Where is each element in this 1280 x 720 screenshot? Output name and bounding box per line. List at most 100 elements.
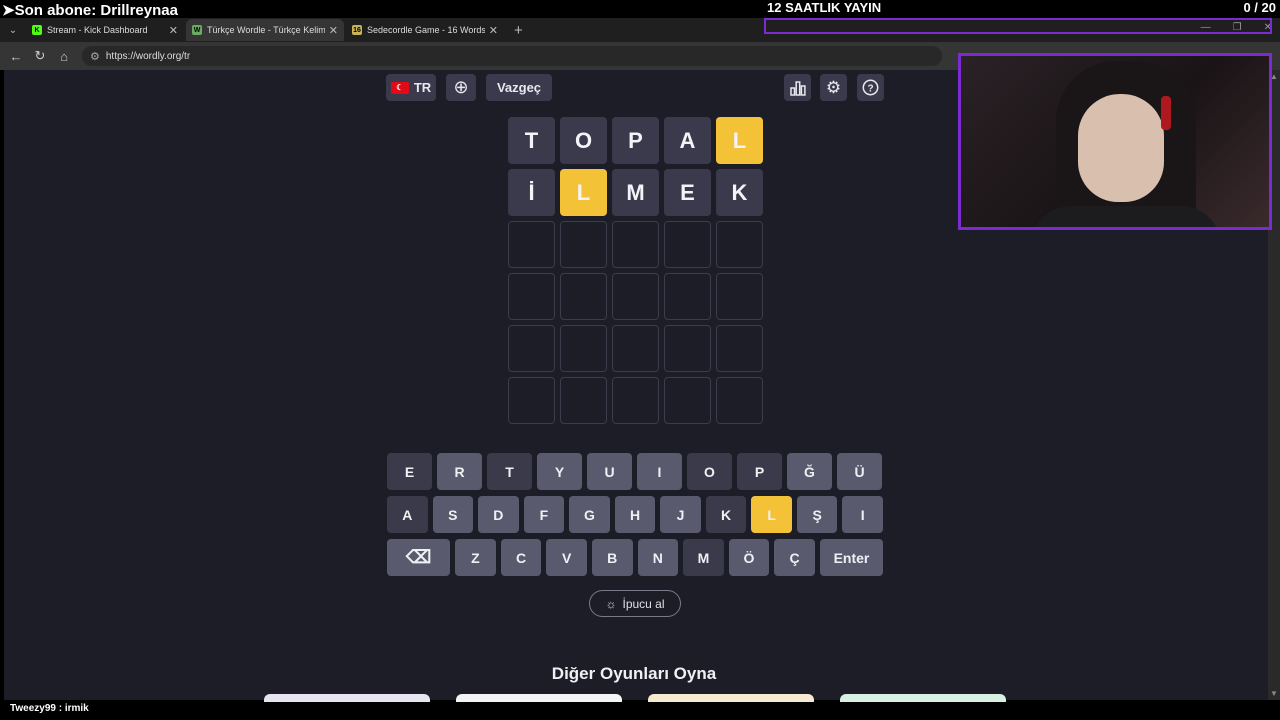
key-V[interactable]: V [546,539,587,576]
close-tab-icon[interactable]: ✕ [489,24,498,37]
key-Ü[interactable]: Ü [837,453,882,490]
game-board: TOPALİLMEK [508,117,763,424]
key-O[interactable]: O [687,453,732,490]
tab-title: Stream - Kick Dashboard [47,25,148,35]
keyboard-row: ERTYUIOPĞÜ [387,453,883,490]
tab-favicon-icon: K [32,25,42,35]
tab-title: Türkçe Wordle - Türkçe Kelimeler [207,25,325,35]
key-E[interactable]: E [387,453,432,490]
board-tile: E [664,169,711,216]
browser-tab[interactable]: K Stream - Kick Dashboard ✕ [26,19,184,41]
key-Z[interactable]: Z [455,539,496,576]
tab-favicon-icon: W [192,25,202,35]
board-tile [560,273,607,320]
key-Ç[interactable]: Ç [774,539,815,576]
browser-tab[interactable]: W Türkçe Wordle - Türkçe Kelimeler ✕ [186,19,344,41]
reload-icon[interactable]: ↻ [28,48,52,64]
tab-favicon-icon: 16 [352,25,362,35]
board-tile [560,221,607,268]
board-tile [612,377,659,424]
plus-circle-icon: ⊕ [453,77,469,97]
webcam-overlay [958,53,1272,230]
enter-key[interactable]: Enter [819,539,884,576]
goal-counter: 0 / 20 [1243,0,1276,15]
screen: ➤Son abone: Drillreynaa 12 SAATLIK YAYIN… [0,0,1280,720]
home-icon[interactable]: ⌂ [52,49,76,64]
key-G[interactable]: G [569,496,610,533]
key-R[interactable]: R [437,453,482,490]
key-Y[interactable]: Y [537,453,582,490]
give-up-button[interactable]: Vazgeç [486,74,552,101]
key-S[interactable]: S [432,496,474,533]
board-tile: P [612,117,659,164]
board-tile [508,377,555,424]
board-tile: T [508,117,555,164]
key-C[interactable]: C [500,539,542,576]
settings-button[interactable]: ⚙ [820,74,847,101]
key-I[interactable]: I [842,496,884,533]
key-I[interactable]: I [637,453,682,490]
game-card[interactable] [648,694,814,702]
webcam-shoulders [1031,206,1221,227]
key-D[interactable]: D [478,496,519,533]
new-tab-icon[interactable]: + [506,22,531,39]
stats-button[interactable] [784,74,811,101]
key-P[interactable]: P [737,453,782,490]
key-B[interactable]: B [591,539,633,576]
scroll-down-icon[interactable]: ▼ [1270,689,1278,698]
board-tile [560,325,607,372]
board-tile: A [664,117,711,164]
board-tile: O [560,117,607,164]
board-tile [716,325,763,372]
close-tab-icon[interactable]: ✕ [169,24,178,37]
gear-icon: ⚙ [825,77,842,97]
board-tile: İ [508,169,555,216]
key-U[interactable]: U [587,453,632,490]
site-info-icon[interactable]: ⚙ [90,50,100,63]
key-Ö[interactable]: Ö [728,539,770,576]
help-button[interactable]: ? [857,74,884,101]
new-game-button[interactable]: ⊕ [446,74,476,101]
key-K[interactable]: K [705,496,747,533]
board-tile [664,273,711,320]
board-tile [508,221,555,268]
hint-button[interactable]: ☼ İpucu al [589,590,681,617]
game-card[interactable] [264,694,430,702]
board-tile: L [560,169,607,216]
key-F[interactable]: F [523,496,565,533]
key-Ş[interactable]: Ş [796,496,838,533]
key-J[interactable]: J [660,496,701,533]
back-icon[interactable]: ← [4,49,28,64]
tab-title: Sedecordle Game - 16 Words Wor [367,25,485,35]
board-tile [716,221,763,268]
lightbulb-icon: ☼ [605,596,617,611]
backspace-key[interactable]: ⌫ [387,539,451,576]
other-games-heading: Diğer Oyunları Oyna [551,664,717,683]
url-input[interactable]: ⚙ https://wordly.org/tr [82,46,942,66]
close-tab-icon[interactable]: ✕ [329,24,338,37]
tab-search-icon[interactable]: ⌄ [0,18,26,42]
browser-tab[interactable]: 16 Sedecordle Game - 16 Words Wor ✕ [346,19,504,41]
stream-top-overlay [0,0,1280,18]
help-icon: ? [862,79,879,96]
board-tile [612,273,659,320]
key-H[interactable]: H [614,496,656,533]
key-M[interactable]: M [683,539,724,576]
headset-icon [1161,96,1171,130]
language-label: TR [413,80,432,95]
key-L[interactable]: L [751,496,792,533]
language-button[interactable]: ☾ TR [386,74,436,101]
game-card[interactable] [840,694,1006,702]
key-N[interactable]: N [637,539,679,576]
on-screen-keyboard: E R T Y U I O P Ğ Ü A S D F G H J K L Ş I ⌫ Z C V B N M Ö Ç Enter [387,453,884,582]
bar-chart-icon [789,80,806,96]
game-card[interactable] [456,694,622,702]
board-tile [612,325,659,372]
turkey-flag-icon: ☾ [390,81,409,94]
hint-label: İpucu al [622,596,665,611]
backspace-icon: ⌫ [405,547,432,567]
board-tile: K [716,169,763,216]
key-Ğ[interactable]: Ğ [787,453,832,490]
key-T[interactable]: T [487,453,532,490]
key-A[interactable]: A [387,496,428,533]
